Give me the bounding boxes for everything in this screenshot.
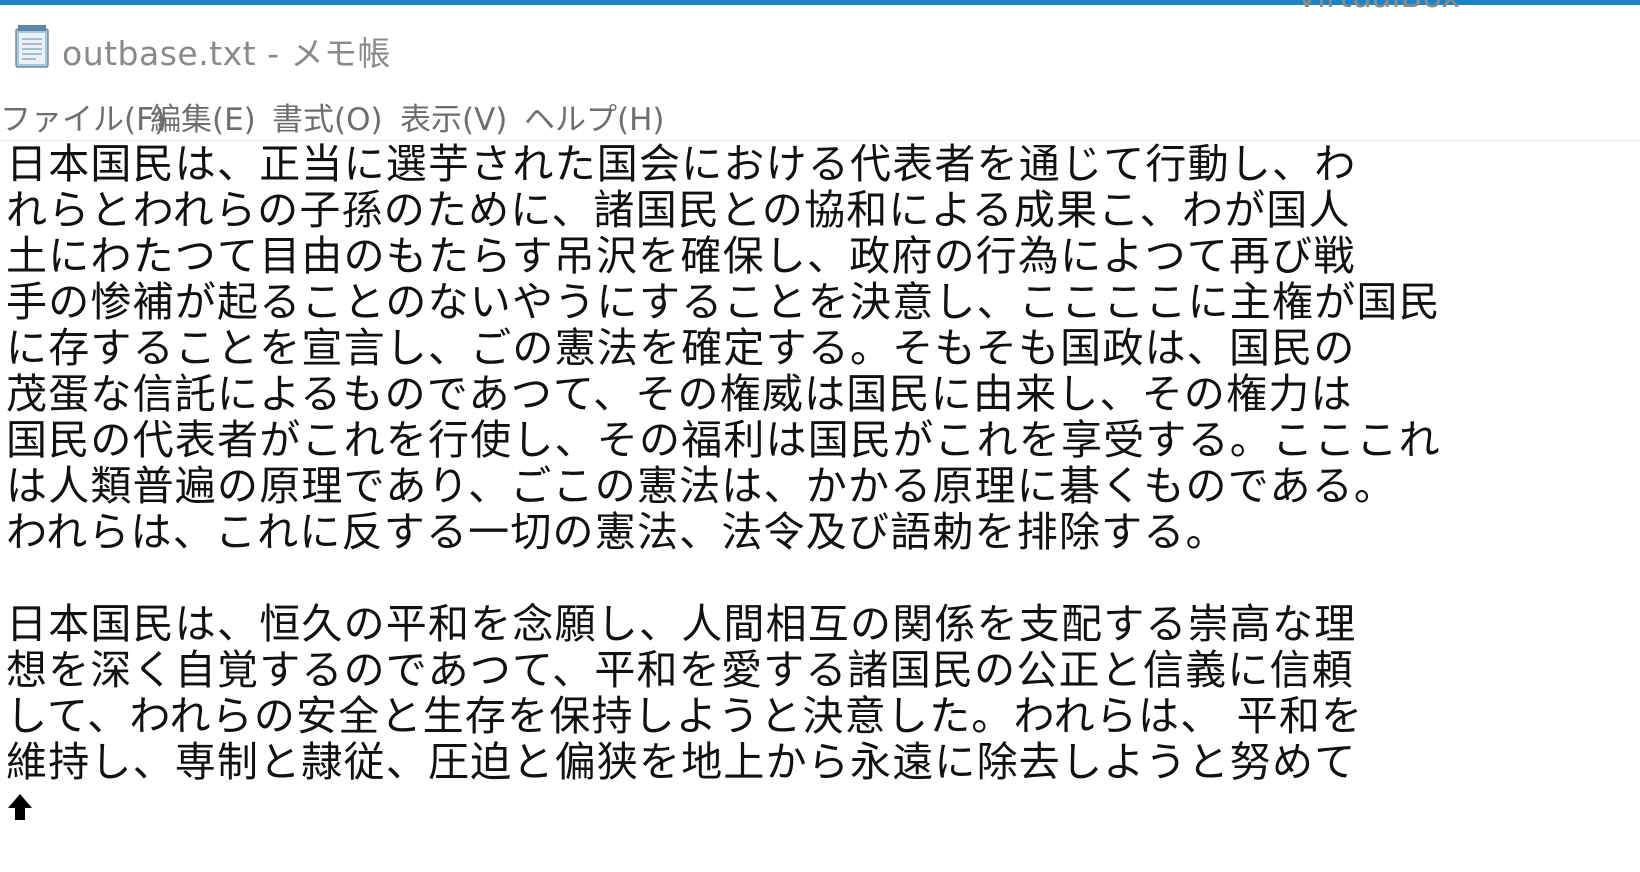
menu-edit[interactable]: 編集(E)	[150, 94, 256, 139]
menu-file[interactable]: ファイル(F)	[0, 94, 166, 139]
window-title: outbase.txt - メモ帳	[62, 34, 391, 73]
mouse-pointer-icon	[8, 794, 32, 820]
notepad-icon	[15, 25, 49, 68]
title-bar[interactable]: VirtualBox outbase.txt - メモ帳	[0, 0, 1640, 85]
text-editor-area[interactable]: 日本国民は、正当に選芋された国会における代表者を通じて行動し、わ れらとわれらの…	[0, 141, 1640, 872]
menu-view[interactable]: 表示(V)	[400, 94, 507, 139]
menu-format[interactable]: 書式(O)	[272, 94, 383, 139]
menu-help[interactable]: ヘルプ(H)	[524, 94, 665, 139]
editor-text[interactable]: 日本国民は、正当に選芋された国会における代表者を通じて行動し、わ れらとわれらの…	[6, 141, 1441, 785]
background-window-label: VirtualBox	[1296, 0, 1460, 15]
menu-bar: ファイル(F) 編集(E) 書式(O) 表示(V) ヘルプ(H)	[0, 90, 1640, 141]
